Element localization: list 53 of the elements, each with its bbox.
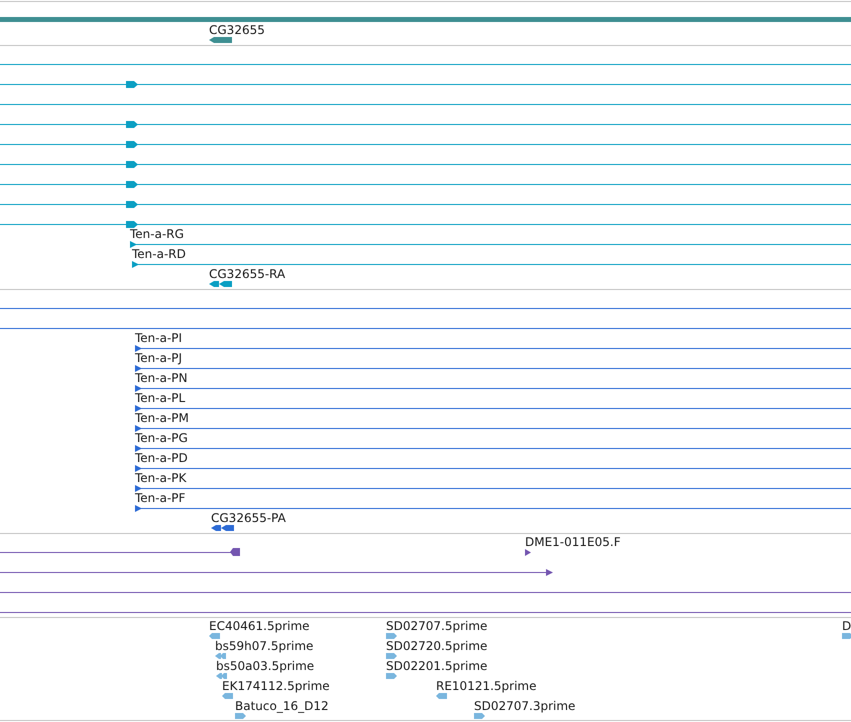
feature-label: Ten-a-PF [135, 491, 186, 505]
feature-label: EC40461.5prime [209, 619, 310, 633]
transcript-line[interactable] [132, 261, 851, 268]
feature-label: Ten-a-PL [135, 391, 186, 405]
transcript-line[interactable] [135, 425, 851, 432]
feature-label: SD02201.5prime [386, 659, 488, 673]
feature-label: SD02720.5prime [386, 639, 488, 653]
feature-label: Ten-a-RD [132, 247, 186, 261]
read-arrow-icon[interactable] [386, 673, 397, 679]
feature-label: CG32655-RA [209, 267, 286, 281]
transcript-line[interactable] [135, 405, 851, 412]
feature-label: RE10121.5prime [436, 679, 536, 693]
feature-label: CG32655-PA [211, 511, 286, 525]
feature-label: bs50a03.5prime [216, 659, 314, 673]
gene-arrow-icon[interactable] [209, 37, 232, 43]
feature-label: Ten-a-PI [135, 331, 182, 345]
transcript-line[interactable] [130, 241, 851, 248]
feature-label: Ten-a-PG [135, 431, 188, 445]
transcript-line[interactable] [0, 569, 553, 576]
transcript-line[interactable] [135, 465, 851, 472]
read-arrow-icon[interactable] [386, 653, 397, 659]
feature-label: D [842, 619, 851, 633]
feature-label: Ten-a-RG [130, 227, 184, 241]
transcript-line[interactable] [135, 445, 851, 452]
feature-label: SD02707.5prime [386, 619, 488, 633]
feature-label: Ten-a-PN [135, 371, 188, 385]
feature-label: Batuco_16_D12 [235, 699, 329, 713]
read-double-arrow-icon[interactable] [216, 673, 227, 679]
transcript-line[interactable] [0, 548, 240, 556]
feature-label: CG32655 [209, 23, 265, 37]
read-arrow-icon[interactable] [436, 693, 447, 699]
read-arrow-icon[interactable] [474, 713, 485, 719]
read-double-arrow-icon[interactable] [215, 653, 226, 659]
feature-label: EK174112.5prime [222, 679, 330, 693]
transcript-line[interactable] [135, 385, 851, 392]
feature-label: SD02707.3prime [474, 699, 576, 713]
feature-label: Ten-a-PM [135, 411, 189, 425]
double-arrow-icon[interactable] [211, 525, 234, 531]
feature-label: bs59h07.5prime [215, 639, 314, 653]
read-arrow-icon[interactable] [209, 633, 220, 639]
feature-label: Ten-a-PK [135, 471, 186, 485]
read-arrow-icon[interactable] [235, 713, 246, 719]
read-arrow-icon[interactable] [842, 633, 851, 639]
transcript-line[interactable] [135, 345, 851, 352]
double-arrow-icon[interactable] [209, 281, 232, 287]
feature-label: Ten-a-PD [135, 451, 188, 465]
transcript-line[interactable] [135, 365, 851, 372]
read-arrow-icon[interactable] [386, 633, 397, 639]
read-arrow-icon[interactable] [222, 693, 233, 699]
feature-label: Ten-a-PJ [135, 351, 182, 365]
transcript-line[interactable] [135, 505, 851, 512]
feature-label: DME1-011E05.F [525, 535, 621, 549]
transcript-line[interactable] [135, 485, 851, 492]
